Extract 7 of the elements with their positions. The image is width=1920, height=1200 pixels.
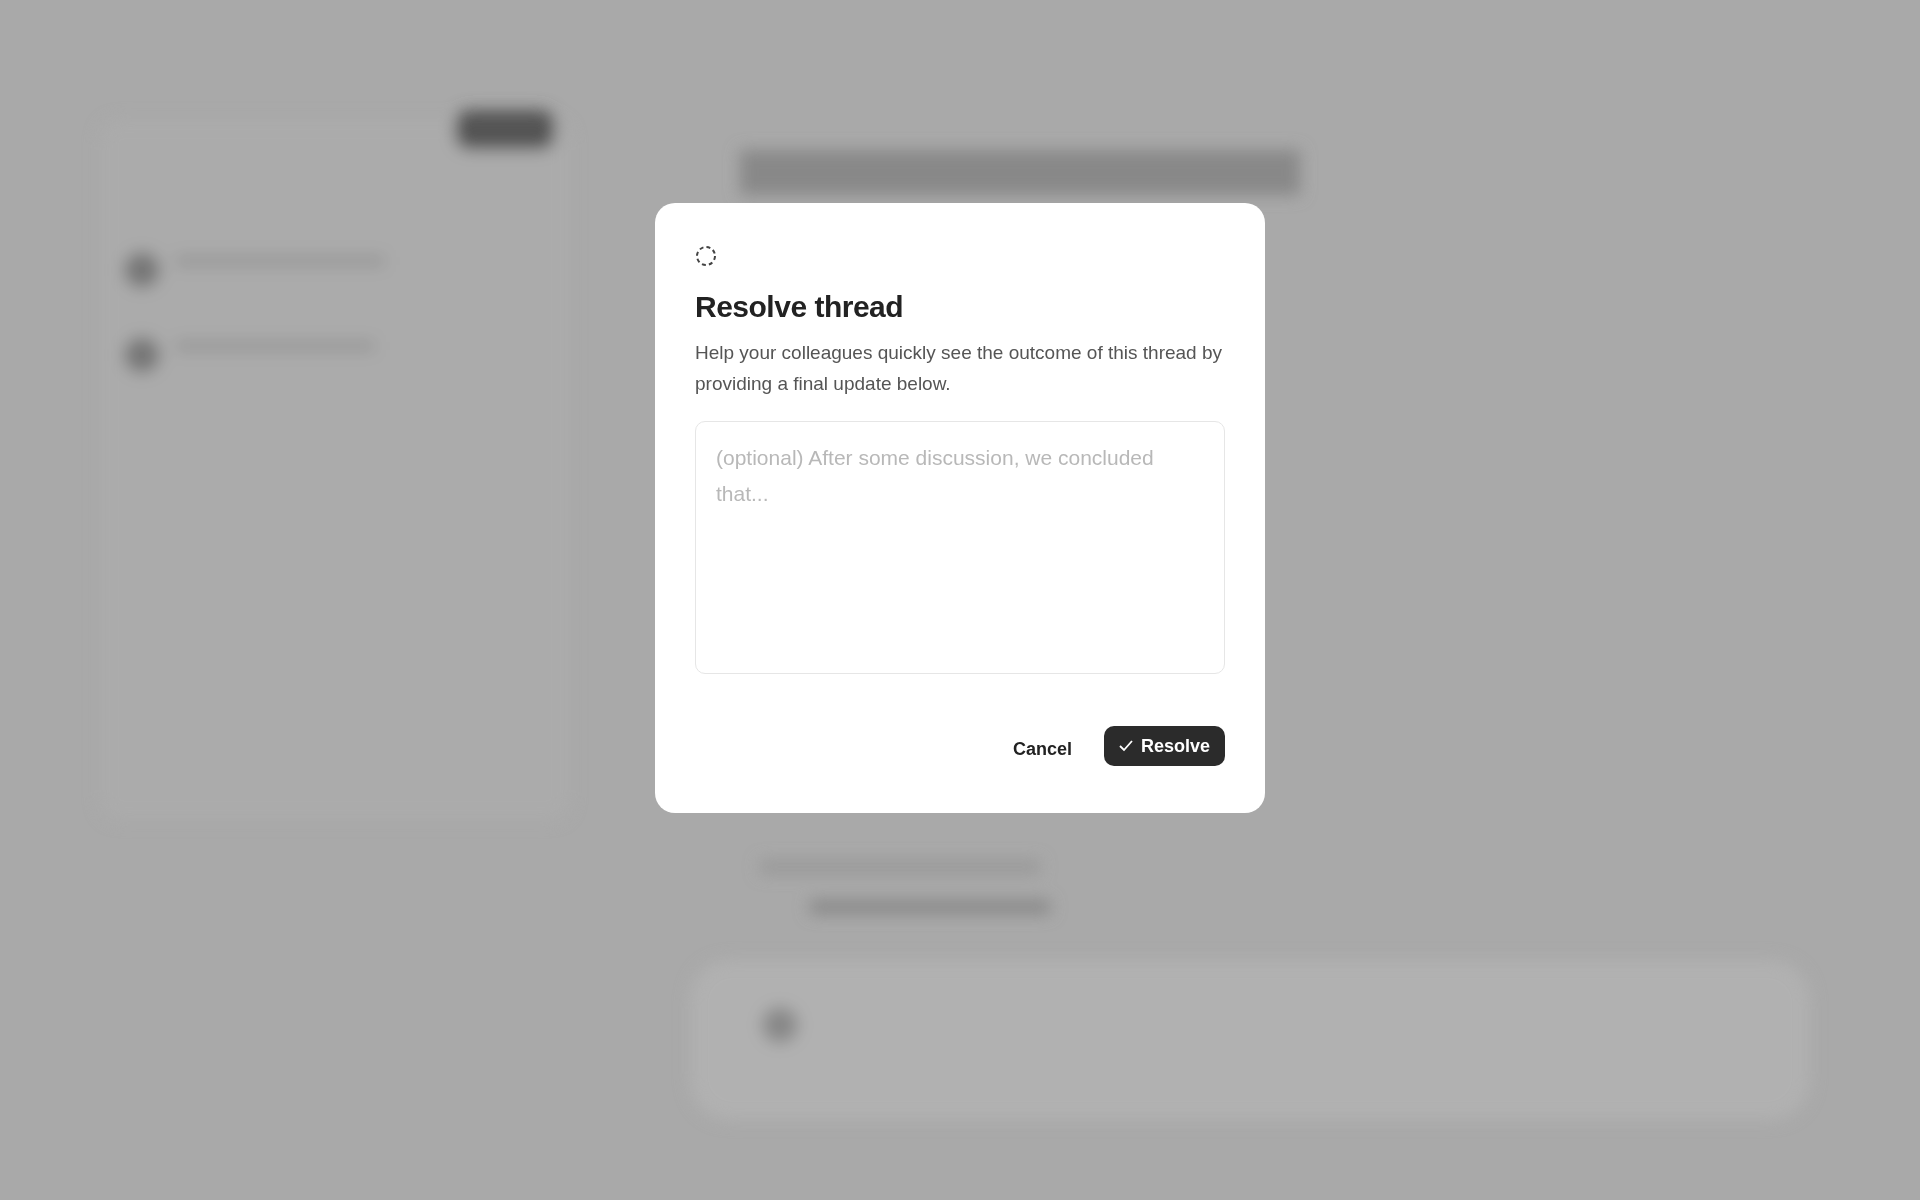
dialog-title: Resolve thread	[695, 289, 905, 325]
dashed-circle-icon	[695, 244, 717, 267]
check-icon	[1118, 740, 1133, 752]
cancel-button[interactable]: Cancel	[992, 726, 1092, 773]
update-field[interactable]: (optional) After some discussion, we concluded that...	[695, 421, 1225, 674]
resolve-button[interactable]: Resolve	[1103, 726, 1225, 766]
dialog-description: Help your colleagues quickly see the outcome of this thread by providing a final update below.	[695, 341, 1224, 396]
